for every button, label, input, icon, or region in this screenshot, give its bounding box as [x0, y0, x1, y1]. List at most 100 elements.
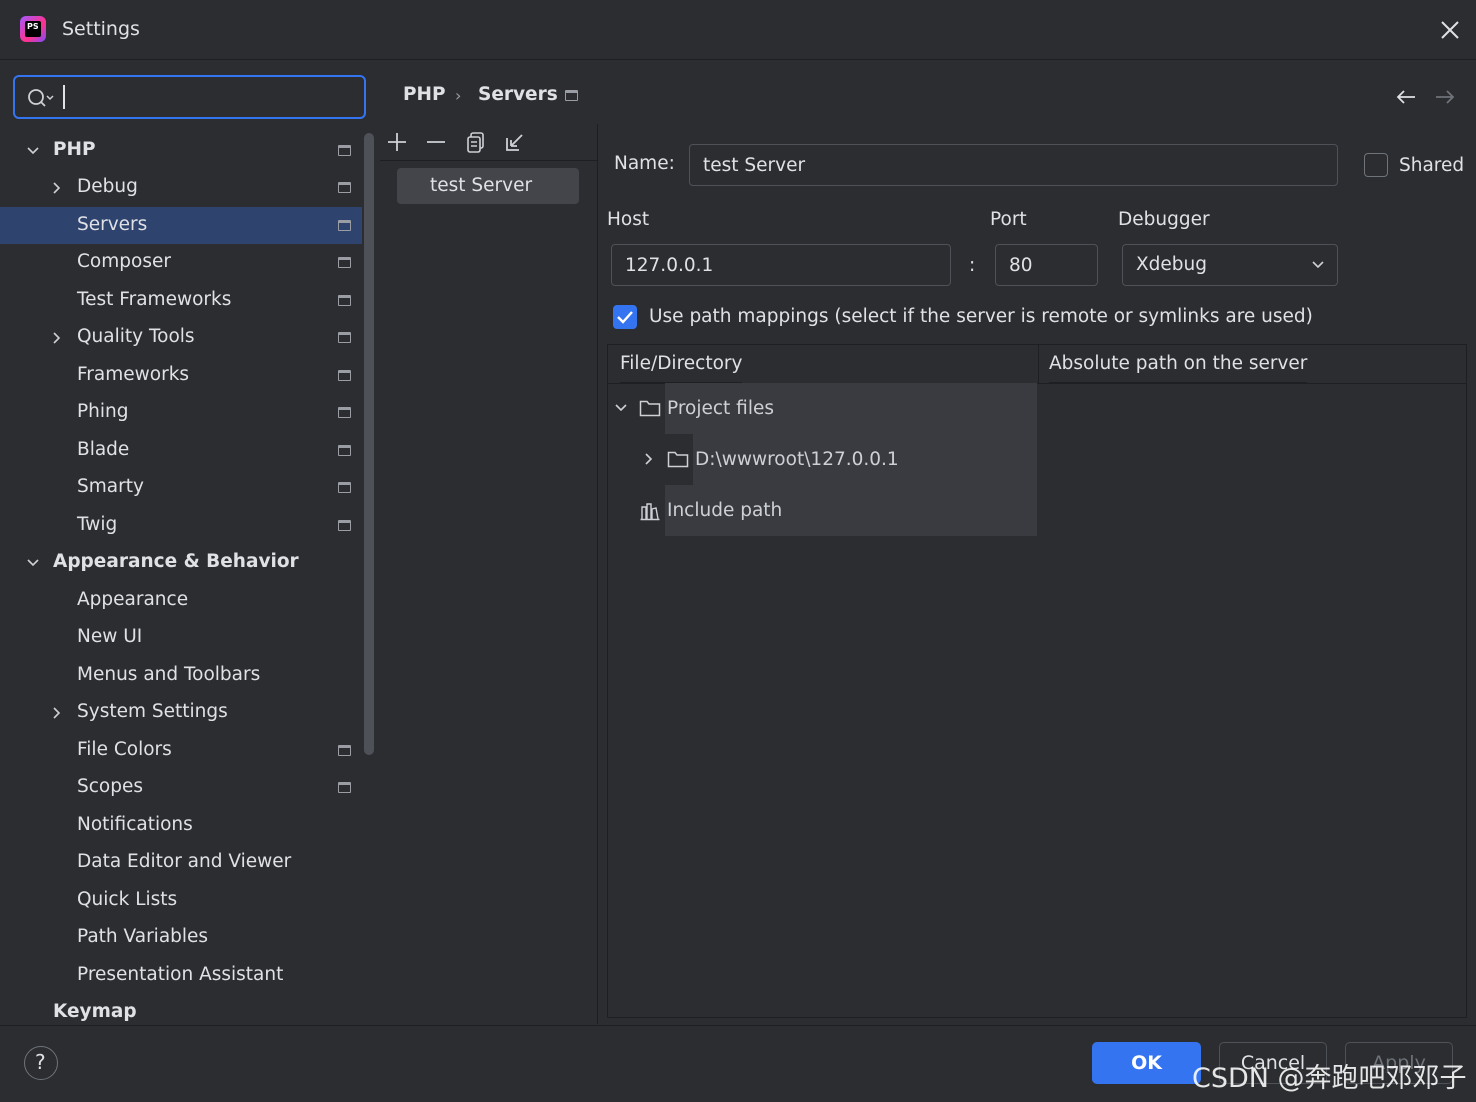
- sidebar-item-label: System Settings: [77, 701, 228, 722]
- project-level-icon: [338, 145, 351, 156]
- sidebar-item-label: Path Variables: [77, 926, 209, 947]
- search-icon: [28, 89, 54, 107]
- debugger-select[interactable]: Xdebug: [1122, 244, 1338, 286]
- sidebar-item-label: Twig: [77, 514, 118, 535]
- path-mappings-label: Use path mappings (select if the server …: [649, 306, 1313, 327]
- sidebar-item-new-ui[interactable]: New UI: [0, 619, 362, 656]
- path-mappings-table: File/Directory Absolute path on the serv…: [607, 344, 1467, 1018]
- breadcrumb-parent[interactable]: PHP: [403, 84, 446, 105]
- sidebar-item-appearance[interactable]: Appearance: [0, 582, 362, 619]
- port-label: Port: [990, 209, 1027, 230]
- project-level-icon: [338, 745, 351, 756]
- path-mappings-checkbox[interactable]: [613, 305, 637, 329]
- sidebar-item-servers[interactable]: Servers: [0, 207, 362, 244]
- sidebar-item-composer[interactable]: Composer: [0, 244, 362, 281]
- sidebar-item-label: Debug: [77, 176, 138, 197]
- chevron-right-icon[interactable]: [644, 452, 654, 466]
- chevron-down-icon[interactable]: [614, 403, 628, 413]
- host-port-colon: :: [969, 255, 976, 276]
- forward-arrow-icon[interactable]: [1433, 86, 1457, 108]
- name-input[interactable]: [703, 153, 1286, 177]
- sidebar-item-label: Quick Lists: [77, 889, 178, 910]
- sidebar-item-notifications[interactable]: Notifications: [0, 807, 362, 844]
- sidebar-item-twig[interactable]: Twig: [0, 507, 362, 544]
- sidebar-item-data-editor-and-viewer[interactable]: Data Editor and Viewer: [0, 844, 362, 881]
- sidebar-item-label: Smarty: [77, 476, 144, 497]
- row-label: Project files: [667, 398, 774, 419]
- sidebar-item-presentation-assistant[interactable]: Presentation Assistant: [0, 957, 362, 994]
- column-divider: [1038, 345, 1039, 383]
- sidebar-item-file-colors[interactable]: File Colors: [0, 732, 362, 769]
- chevron-down-icon[interactable]: [26, 556, 40, 570]
- project-level-icon: [338, 482, 351, 493]
- sidebar-item-label: Blade: [77, 439, 130, 460]
- project-level-icon: [338, 445, 351, 456]
- chevron-right-icon[interactable]: [50, 331, 64, 345]
- project-level-icon: [338, 407, 351, 418]
- host-input[interactable]: [625, 253, 930, 277]
- host-label: Host: [607, 209, 650, 230]
- row-label: D:\wwwroot\127.0.0.1: [695, 449, 899, 470]
- remove-icon[interactable]: [424, 130, 448, 154]
- sidebar-item-blade[interactable]: Blade: [0, 432, 362, 469]
- import-icon[interactable]: [503, 130, 527, 154]
- pane-divider[interactable]: [597, 124, 598, 1024]
- sidebar-item-label: Keymap: [53, 1001, 137, 1022]
- column-header-server-path[interactable]: Absolute path on the server: [1049, 345, 1308, 383]
- sidebar-item-label: New UI: [77, 626, 143, 647]
- project-level-icon: [338, 370, 351, 381]
- port-field[interactable]: [995, 244, 1100, 286]
- sidebar-item-appearance-behavior[interactable]: Appearance & Behavior: [0, 544, 362, 581]
- name-field[interactable]: [689, 144, 1338, 186]
- sidebar-item-quick-lists[interactable]: Quick Lists: [0, 882, 362, 919]
- title-bar: [0, 0, 1476, 60]
- watermark: CSDN @奔跑吧邓邓子: [1192, 1063, 1467, 1094]
- list-toolbar-divider: [380, 160, 598, 161]
- chevron-down-icon[interactable]: [26, 144, 40, 158]
- sidebar-item-phing[interactable]: Phing: [0, 394, 362, 431]
- server-list-item[interactable]: test Server: [397, 168, 579, 204]
- chevron-right-icon[interactable]: [50, 706, 64, 720]
- window-title: Settings: [62, 18, 140, 40]
- debugger-label: Debugger: [1118, 209, 1210, 230]
- project-level-icon: [338, 295, 351, 306]
- sidebar-item-path-variables[interactable]: Path Variables: [0, 919, 362, 956]
- sidebar-item-debug[interactable]: Debug: [0, 169, 362, 206]
- sidebar-item-label: Scopes: [77, 776, 143, 797]
- copy-icon[interactable]: [464, 130, 488, 154]
- sidebar-item-label: Composer: [77, 251, 171, 272]
- library-icon: [640, 503, 660, 521]
- chevron-right-icon[interactable]: [50, 181, 64, 195]
- sidebar-item-label: PHP: [53, 139, 96, 160]
- back-arrow-icon[interactable]: [1394, 86, 1418, 108]
- sidebar-item-php[interactable]: PHP: [0, 132, 362, 169]
- sidebar-item-frameworks[interactable]: Frameworks: [0, 357, 362, 394]
- project-level-icon: [338, 332, 351, 343]
- settings-search-field[interactable]: [13, 75, 366, 119]
- close-icon[interactable]: [1436, 16, 1464, 44]
- sidebar-item-label: Frameworks: [77, 364, 190, 385]
- shared-checkbox[interactable]: [1364, 153, 1388, 177]
- ok-button[interactable]: OK: [1092, 1042, 1201, 1084]
- folder-icon: [639, 400, 661, 417]
- chevron-down-icon: [1312, 261, 1324, 269]
- project-level-icon: [338, 182, 351, 193]
- phpstorm-logo-icon: PS: [20, 16, 46, 42]
- sidebar-item-label: Menus and Toolbars: [77, 664, 261, 685]
- project-level-icon: [338, 782, 351, 793]
- sidebar-item-system-settings[interactable]: System Settings: [0, 694, 362, 731]
- help-button[interactable]: ?: [24, 1046, 58, 1080]
- sidebar-item-quality-tools[interactable]: Quality Tools: [0, 319, 362, 356]
- port-input[interactable]: [1009, 253, 1100, 277]
- sidebar-item-label: Phing: [77, 401, 129, 422]
- sidebar-item-menus-and-toolbars[interactable]: Menus and Toolbars: [0, 657, 362, 694]
- host-field[interactable]: [611, 244, 951, 286]
- search-input[interactable]: [63, 85, 353, 109]
- shared-label: Shared: [1399, 155, 1465, 176]
- sidebar-item-scopes[interactable]: Scopes: [0, 769, 362, 806]
- sidebar-scrollbar[interactable]: [364, 133, 374, 755]
- column-header-file-directory[interactable]: File/Directory: [620, 345, 743, 383]
- add-icon[interactable]: [385, 130, 409, 154]
- sidebar-item-smarty[interactable]: Smarty: [0, 469, 362, 506]
- sidebar-item-test-frameworks[interactable]: Test Frameworks: [0, 282, 362, 319]
